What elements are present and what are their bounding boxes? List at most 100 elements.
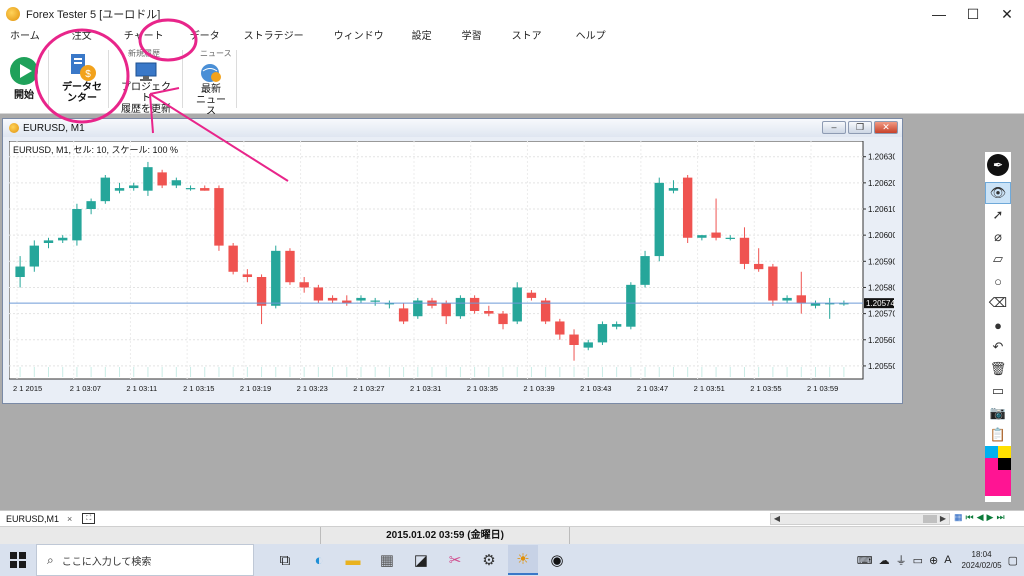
start-button[interactable]: 開始 (6, 56, 42, 101)
candle-body (29, 245, 39, 267)
y-tick-label: 1.20620 (868, 179, 895, 188)
scroll-thumb[interactable] (923, 515, 937, 523)
task-view-icon[interactable]: ⧉ (270, 545, 300, 575)
close-button[interactable]: ✕ (990, 0, 1024, 28)
menu-strategy[interactable]: ストラテジー (236, 28, 312, 46)
windows-start-button[interactable] (0, 544, 36, 576)
horizontal-scrollbar[interactable]: ◀ ▶ (770, 513, 950, 525)
x-tick-label: 2 1 2015 (13, 384, 42, 393)
first-bar-icon[interactable]: ⏮ (966, 512, 974, 523)
snipping-tool-icon[interactable]: ✂ (440, 545, 470, 575)
data-center-label-1: データセ (62, 82, 102, 93)
menu-learning[interactable]: 学習 (454, 28, 490, 46)
candle-body (157, 172, 167, 186)
candle-body (640, 256, 650, 285)
ime-mode[interactable]: A (944, 554, 951, 566)
menu-window[interactable]: ウィンドウ (326, 28, 392, 46)
clipboard-icon[interactable]: 📋 (985, 424, 1011, 446)
cross-line-icon[interactable]: ⌀ (985, 226, 1011, 248)
cloud-icon[interactable]: ☁ (879, 554, 890, 567)
minimize-button[interactable]: — (922, 0, 956, 28)
pen-icon[interactable]: ✒ (987, 154, 1009, 176)
y-tick-label: 1.20590 (868, 257, 895, 266)
camera-icon[interactable]: 📷 (985, 402, 1011, 424)
window-title: Forex Tester 5 [ユーロドル] (26, 9, 161, 21)
candle-body (214, 188, 224, 246)
new-history-group-label: 新規履歴 (128, 49, 160, 58)
x-tick-label: 2 1 03:19 (240, 384, 271, 393)
candle-body (697, 235, 707, 238)
menu-chart[interactable]: チャート (116, 28, 172, 46)
forex-tester-taskbar-icon[interactable]: ☀ (508, 545, 538, 575)
eraser-icon[interactable]: ⌫ (985, 292, 1011, 314)
calculator-icon[interactable]: ▦ (372, 545, 402, 575)
candle-body (271, 250, 281, 306)
fit-screen-icon[interactable]: ⛶ (82, 513, 96, 524)
color-swatch-bottom[interactable] (985, 458, 1011, 470)
file-explorer-icon[interactable]: ▬ (338, 545, 368, 575)
candle-body (668, 188, 679, 191)
chart-window: EURUSD, M1 – ❐ ✕ 1.20630 1.20620 1.20610 1.… (2, 118, 903, 404)
clock[interactable]: 18:04 2024/02/05 (962, 549, 1002, 571)
chart-title-bar[interactable]: EURUSD, M1 – ❐ ✕ (3, 119, 902, 137)
circle-icon[interactable]: ○ (985, 270, 1011, 292)
location-pin-icon[interactable]: ◉ (542, 545, 572, 575)
taskbar-search-box[interactable]: ⌕ ここに入力して検索 (36, 544, 254, 576)
candle-body (796, 295, 806, 304)
notification-icon[interactable]: ▢ (1008, 554, 1018, 567)
candle-body (441, 303, 451, 317)
ruler-icon[interactable]: ▱ (985, 248, 1011, 270)
data-center-button[interactable]: $ データセ ンター (60, 52, 104, 104)
next-bar-icon[interactable]: ▶ (987, 512, 994, 523)
undo-icon[interactable]: ↶ (985, 336, 1011, 358)
menu-help[interactable]: ヘルプ (568, 28, 614, 46)
prev-bar-icon[interactable]: ◀ (977, 512, 984, 523)
window-controls: — ☐ ✕ (922, 0, 1024, 28)
menu-home[interactable]: ホーム (0, 28, 48, 46)
scroll-left-icon[interactable]: ◀ (771, 514, 783, 524)
candle-body (626, 284, 636, 327)
chart-close-button[interactable]: ✕ (874, 121, 898, 134)
dot-icon[interactable]: ● (985, 314, 1011, 336)
calendar-icon[interactable]: ▦ (954, 512, 963, 523)
battery-icon[interactable]: ▭ (913, 554, 923, 567)
menu-settings[interactable]: 設定 (404, 28, 440, 46)
latest-news-button[interactable]: 最新 ニュース (194, 62, 228, 117)
x-tick-label: 2 1 03:43 (580, 384, 611, 393)
candle-body (327, 297, 338, 301)
status-bar: 2015.01.02 03:59 (金曜日) (0, 526, 1024, 545)
scroll-right-icon[interactable]: ▶ (937, 514, 949, 524)
edge-browser-icon[interactable]: ◐ (304, 545, 334, 575)
chart-minimize-button[interactable]: – (822, 121, 846, 134)
network-icon[interactable]: ⊕ (929, 554, 938, 567)
monitor-icon[interactable]: ▭ (985, 380, 1011, 402)
maximize-button[interactable]: ☐ (956, 0, 990, 28)
clock-time: 18:04 (971, 550, 992, 559)
app-gear-icon[interactable]: ⚙ (474, 545, 504, 575)
y-tick-label: 1.20630 (868, 153, 895, 162)
menu-order[interactable]: 注文 (64, 28, 100, 46)
menu-data[interactable]: データ (182, 28, 228, 46)
candle-body (597, 324, 608, 343)
chart-tab[interactable]: EURUSD,M1 (0, 514, 59, 524)
tab-close-icon[interactable]: × (67, 514, 72, 524)
x-tick-label: 2 1 03:11 (126, 384, 157, 393)
x-tick-label: 2 1 03:31 (410, 384, 441, 393)
candle-body (370, 300, 380, 302)
cursor-icon[interactable]: ➚ (985, 204, 1011, 226)
color-swatch-top[interactable] (985, 446, 1011, 458)
sticky-notes-icon[interactable]: ◪ (406, 545, 436, 575)
usb-icon[interactable]: ⏚ (896, 552, 907, 568)
last-bar-icon[interactable]: ⏭ (996, 512, 1004, 523)
menu-store[interactable]: ストア (504, 28, 550, 46)
candle-body (72, 209, 82, 241)
color-swatch-active[interactable] (985, 470, 1011, 496)
chart-restore-button[interactable]: ❐ (848, 121, 872, 134)
update-project-history-button[interactable]: プロジェクト 履歴を更新 (118, 62, 174, 115)
bar-navigation: ▦ ⏮ ◀ ▶ ⏭ (954, 512, 1005, 523)
trash-icon[interactable]: 🗑 (985, 358, 1011, 380)
price-chart[interactable]: 1.20630 1.20620 1.20610 1.20600 1.20590 1.205… (9, 141, 895, 401)
keyboard-icon[interactable]: ⌨ (857, 554, 873, 567)
eye-icon[interactable]: 👁 (985, 182, 1011, 204)
search-icon: ⌕ (47, 552, 54, 567)
